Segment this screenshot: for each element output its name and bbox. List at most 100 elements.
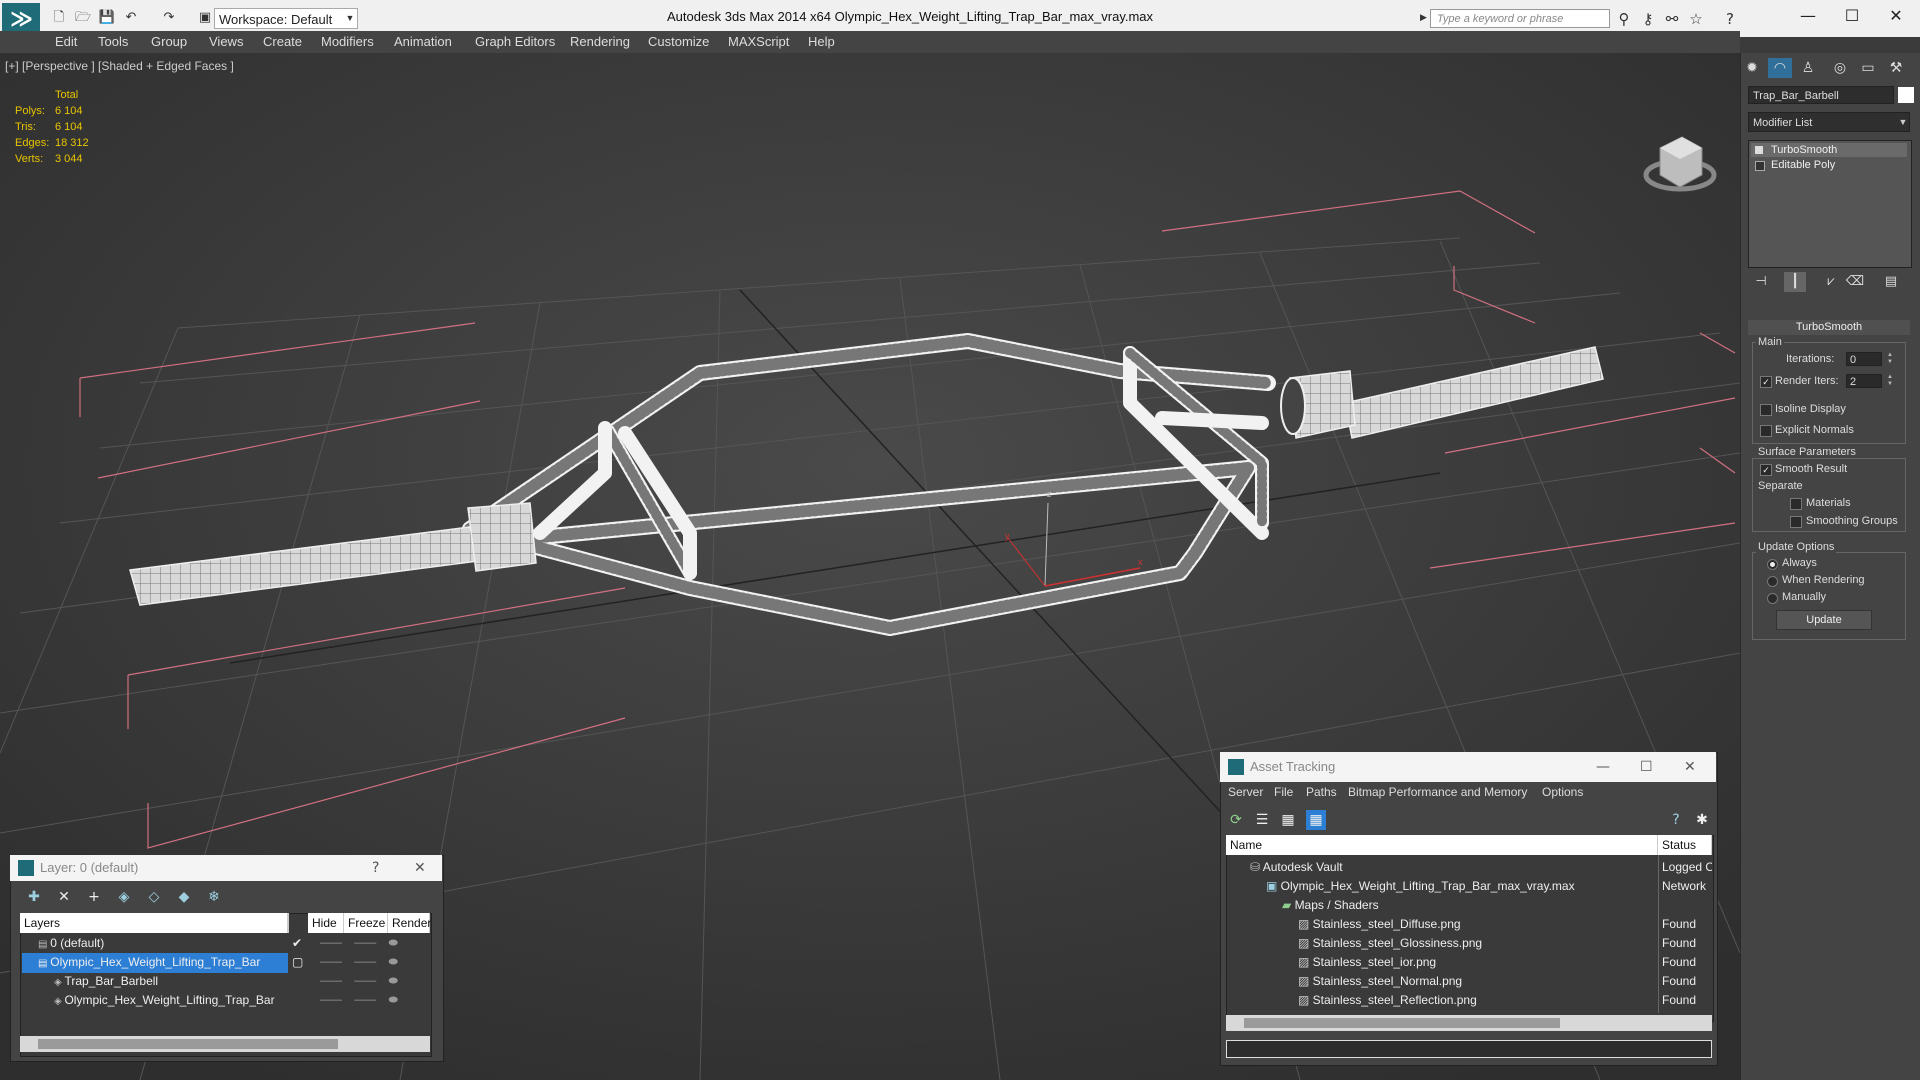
menu-customize[interactable]: Customize [648,34,709,49]
motion-tab-icon[interactable]: ◎ [1828,58,1852,78]
viewport-label[interactable]: [+] [Perspective ] [Shaded + Edged Faces… [5,59,234,73]
make-unique-icon[interactable]: ⩗ [1820,272,1842,292]
hide-column-header[interactable]: Hide [308,913,344,933]
asset-help-icon[interactable]: ? [1666,810,1686,830]
layer-flags[interactable]: —— —— ⬬ [320,953,420,972]
new-layer-icon[interactable]: ✚ [24,887,44,907]
close-icon[interactable]: ✕ [1684,752,1696,782]
menu-edit[interactable]: Edit [55,34,77,49]
asset-menu-paths[interactable]: Paths [1306,785,1337,799]
turbosmooth-rollout-header[interactable]: TurboSmooth [1748,320,1910,335]
render-column-header[interactable]: Render [388,913,431,933]
menu-views[interactable]: Views [209,34,243,49]
object-color-swatch[interactable] [1898,87,1914,103]
asset-menu-options[interactable]: Options [1542,785,1583,799]
layer-object-row[interactable]: ◈ Olympic_Hex_Weight_Lifting_Trap_Bar [54,991,288,1011]
delete-layer-icon[interactable]: ✕ [54,887,74,907]
manually-radio[interactable] [1767,593,1778,604]
menu-help[interactable]: Help [808,34,835,49]
smooth-result-checkbox[interactable]: ✓ [1760,464,1772,476]
spinner-arrows-icon[interactable]: ▲ ▼ [1886,374,1894,388]
menu-graph-editors[interactable]: Graph Editors [475,34,555,49]
select-objects-icon[interactable]: ◈ [114,887,134,907]
utilities-tab-icon[interactable]: ⚒ [1884,58,1908,78]
status-column-header[interactable]: Status [1658,835,1712,855]
hide-all-icon[interactable]: ◆ [174,887,194,907]
layer-flags[interactable]: —— —— ⬬ [320,934,420,953]
asset-row[interactable]: ▨ Stainless_steel_Diffuse.png [1298,915,1656,934]
scrollbar-thumb[interactable] [38,1039,338,1049]
settings-help-icon[interactable]: ✱ [1692,810,1712,830]
key-icon[interactable]: ⚷ [1638,9,1658,29]
display-tab-icon[interactable]: ▭ [1856,58,1880,78]
modifier-list-dropdown[interactable]: Modifier List [1748,112,1910,132]
stack-item-editable-poly[interactable]: Editable Poly [1751,158,1907,172]
render-iters-spinner[interactable]: 2 [1846,374,1882,388]
asset-row[interactable]: ▨ Stainless_steel_Glossiness.png [1298,934,1656,953]
layer-flags[interactable]: —— —— ⬬ [320,972,420,991]
menu-create[interactable]: Create [263,34,302,49]
menu-modifiers[interactable]: Modifiers [321,34,374,49]
chevron-down-icon[interactable]: ▼ [1896,112,1910,132]
project-folder-icon[interactable]: ▣ [196,10,214,26]
close-icon[interactable]: ✕ [414,855,426,881]
asset-row[interactable]: ▨ Stainless_steel_Normal.png [1298,972,1656,991]
chevron-down-icon[interactable]: ▼ [343,8,357,29]
layer-window-titlebar[interactable]: Layer: 0 (default) ? ✕ [10,855,442,881]
hierarchy-tab-icon[interactable]: ♙ [1796,58,1820,78]
undo-icon[interactable]: ↶ [122,10,140,26]
scrollbar-thumb[interactable] [1244,1018,1560,1028]
smoothing-groups-checkbox[interactable] [1790,516,1802,528]
layer-flags[interactable]: —— —— ⬬ [320,991,420,1010]
minimize-button[interactable]: — [1786,4,1830,28]
render-iters-checkbox[interactable]: ✓ [1760,376,1772,388]
lightbulb-icon[interactable] [1755,146,1763,154]
remove-modifier-icon[interactable]: ⌫ [1844,272,1866,292]
active-layer-check-icon[interactable]: ✔ [292,934,308,953]
menu-group[interactable]: Group [151,34,187,49]
menu-maxscript[interactable]: MAXScript [728,34,789,49]
configure-sets-icon[interactable]: ▤ [1880,272,1902,292]
asset-row[interactable]: ⛁ Autodesk Vault [1250,858,1650,877]
menu-rendering[interactable]: Rendering [570,34,630,49]
add-to-layer-icon[interactable]: + [84,887,104,907]
asset-row[interactable]: ▰ Maps / Shaders [1282,896,1656,915]
workspace-dropdown[interactable]: Workspace: Default [214,8,358,29]
connect-icon[interactable]: ⚯ [1662,9,1682,29]
menu-animation[interactable]: Animation [394,34,452,49]
layers-column-header[interactable]: Layers [20,913,288,933]
expand-icon[interactable] [1755,161,1765,171]
asset-row[interactable]: ▨ Stainless_steel_Reflection.png [1298,991,1656,1010]
asset-row[interactable]: ▣ Olympic_Hex_Weight_Lifting_Trap_Bar_ma… [1266,877,1656,896]
search-expand-icon[interactable]: ▶ [1420,12,1427,23]
layer-object-row[interactable]: ◈ Trap_Bar_Barbell [54,972,288,992]
asset-path-field[interactable] [1226,1040,1712,1058]
create-tab-icon[interactable]: ✹ [1740,58,1764,78]
open-file-icon[interactable]: 🗁 [74,10,92,26]
materials-checkbox[interactable] [1790,498,1802,510]
when-rendering-radio[interactable] [1767,576,1778,587]
isoline-display-checkbox[interactable] [1760,404,1772,416]
object-name-field[interactable]: Trap_Bar_Barbell [1748,86,1894,104]
layer-row-selected[interactable]: ▤ Olympic_Hex_Weight_Lifting_Trap_Bar [22,953,288,973]
close-button[interactable]: ✕ [1874,4,1918,28]
binoculars-icon[interactable]: ⚲ [1614,9,1634,29]
help-icon[interactable]: ? [372,855,379,881]
modify-tab-icon[interactable]: ◠ [1768,58,1792,78]
freeze-column-header[interactable]: Freeze [344,913,388,933]
asset-menu-file[interactable]: File [1274,785,1293,799]
table-view-icon[interactable]: ▦ [1306,810,1326,830]
pin-stack-icon[interactable]: ⊣ [1750,272,1772,292]
list-view-icon[interactable]: ☰ [1252,810,1272,830]
explicit-normals-checkbox[interactable] [1760,425,1772,437]
always-radio[interactable] [1767,559,1778,570]
name-column-header[interactable]: Name [1226,835,1658,855]
maximize-icon[interactable]: ☐ [1640,752,1653,782]
refresh-icon[interactable]: ⟳ [1226,810,1246,830]
show-end-result-icon[interactable]: ┃ [1784,272,1806,292]
star-icon[interactable]: ☆ [1686,9,1706,29]
asset-menu-bitmap-performance[interactable]: Bitmap Performance and Memory [1348,785,1527,799]
help-icon[interactable]: ? [1720,9,1740,29]
save-file-icon[interactable]: 💾 [98,10,116,26]
spinner-arrows-icon[interactable]: ▲ ▼ [1886,352,1894,366]
